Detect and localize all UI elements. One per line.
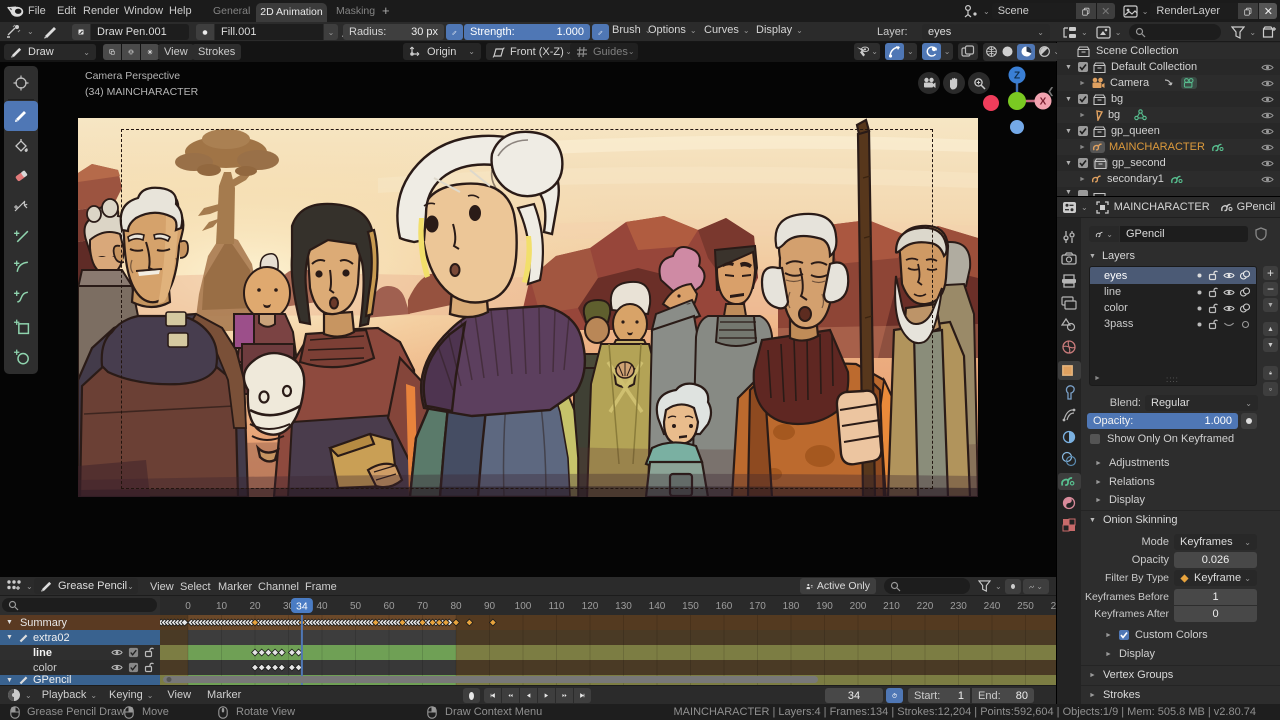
svg-text:190: 190 <box>816 601 833 612</box>
svg-text:70: 70 <box>417 601 429 612</box>
svg-text:100: 100 <box>515 601 532 612</box>
svg-text:110: 110 <box>549 601 565 612</box>
svg-text:140: 140 <box>649 601 666 612</box>
svg-text:0: 0 <box>185 601 191 612</box>
svg-text:240: 240 <box>984 601 1001 612</box>
svg-text:10: 10 <box>216 601 228 612</box>
svg-text:20: 20 <box>249 601 261 612</box>
svg-text:150: 150 <box>682 601 699 612</box>
svg-text:34: 34 <box>296 601 308 613</box>
svg-text:260: 260 <box>1051 601 1056 612</box>
svg-text:40: 40 <box>316 601 328 612</box>
svg-text:80: 80 <box>450 601 462 612</box>
svg-text:170: 170 <box>749 601 766 612</box>
svg-text:50: 50 <box>350 601 362 612</box>
svg-text:90: 90 <box>484 601 496 612</box>
svg-text:230: 230 <box>950 601 967 612</box>
svg-text:X: X <box>1040 97 1047 108</box>
svg-text:210: 210 <box>883 601 900 612</box>
svg-text:60: 60 <box>383 601 395 612</box>
svg-text:220: 220 <box>917 601 934 612</box>
svg-text:120: 120 <box>582 601 599 612</box>
svg-text:160: 160 <box>716 601 733 612</box>
svg-text:200: 200 <box>850 601 867 612</box>
svg-text:250: 250 <box>1017 601 1034 612</box>
svg-text:Z: Z <box>1014 71 1020 82</box>
svg-text:130: 130 <box>615 601 632 612</box>
svg-text:180: 180 <box>783 601 800 612</box>
